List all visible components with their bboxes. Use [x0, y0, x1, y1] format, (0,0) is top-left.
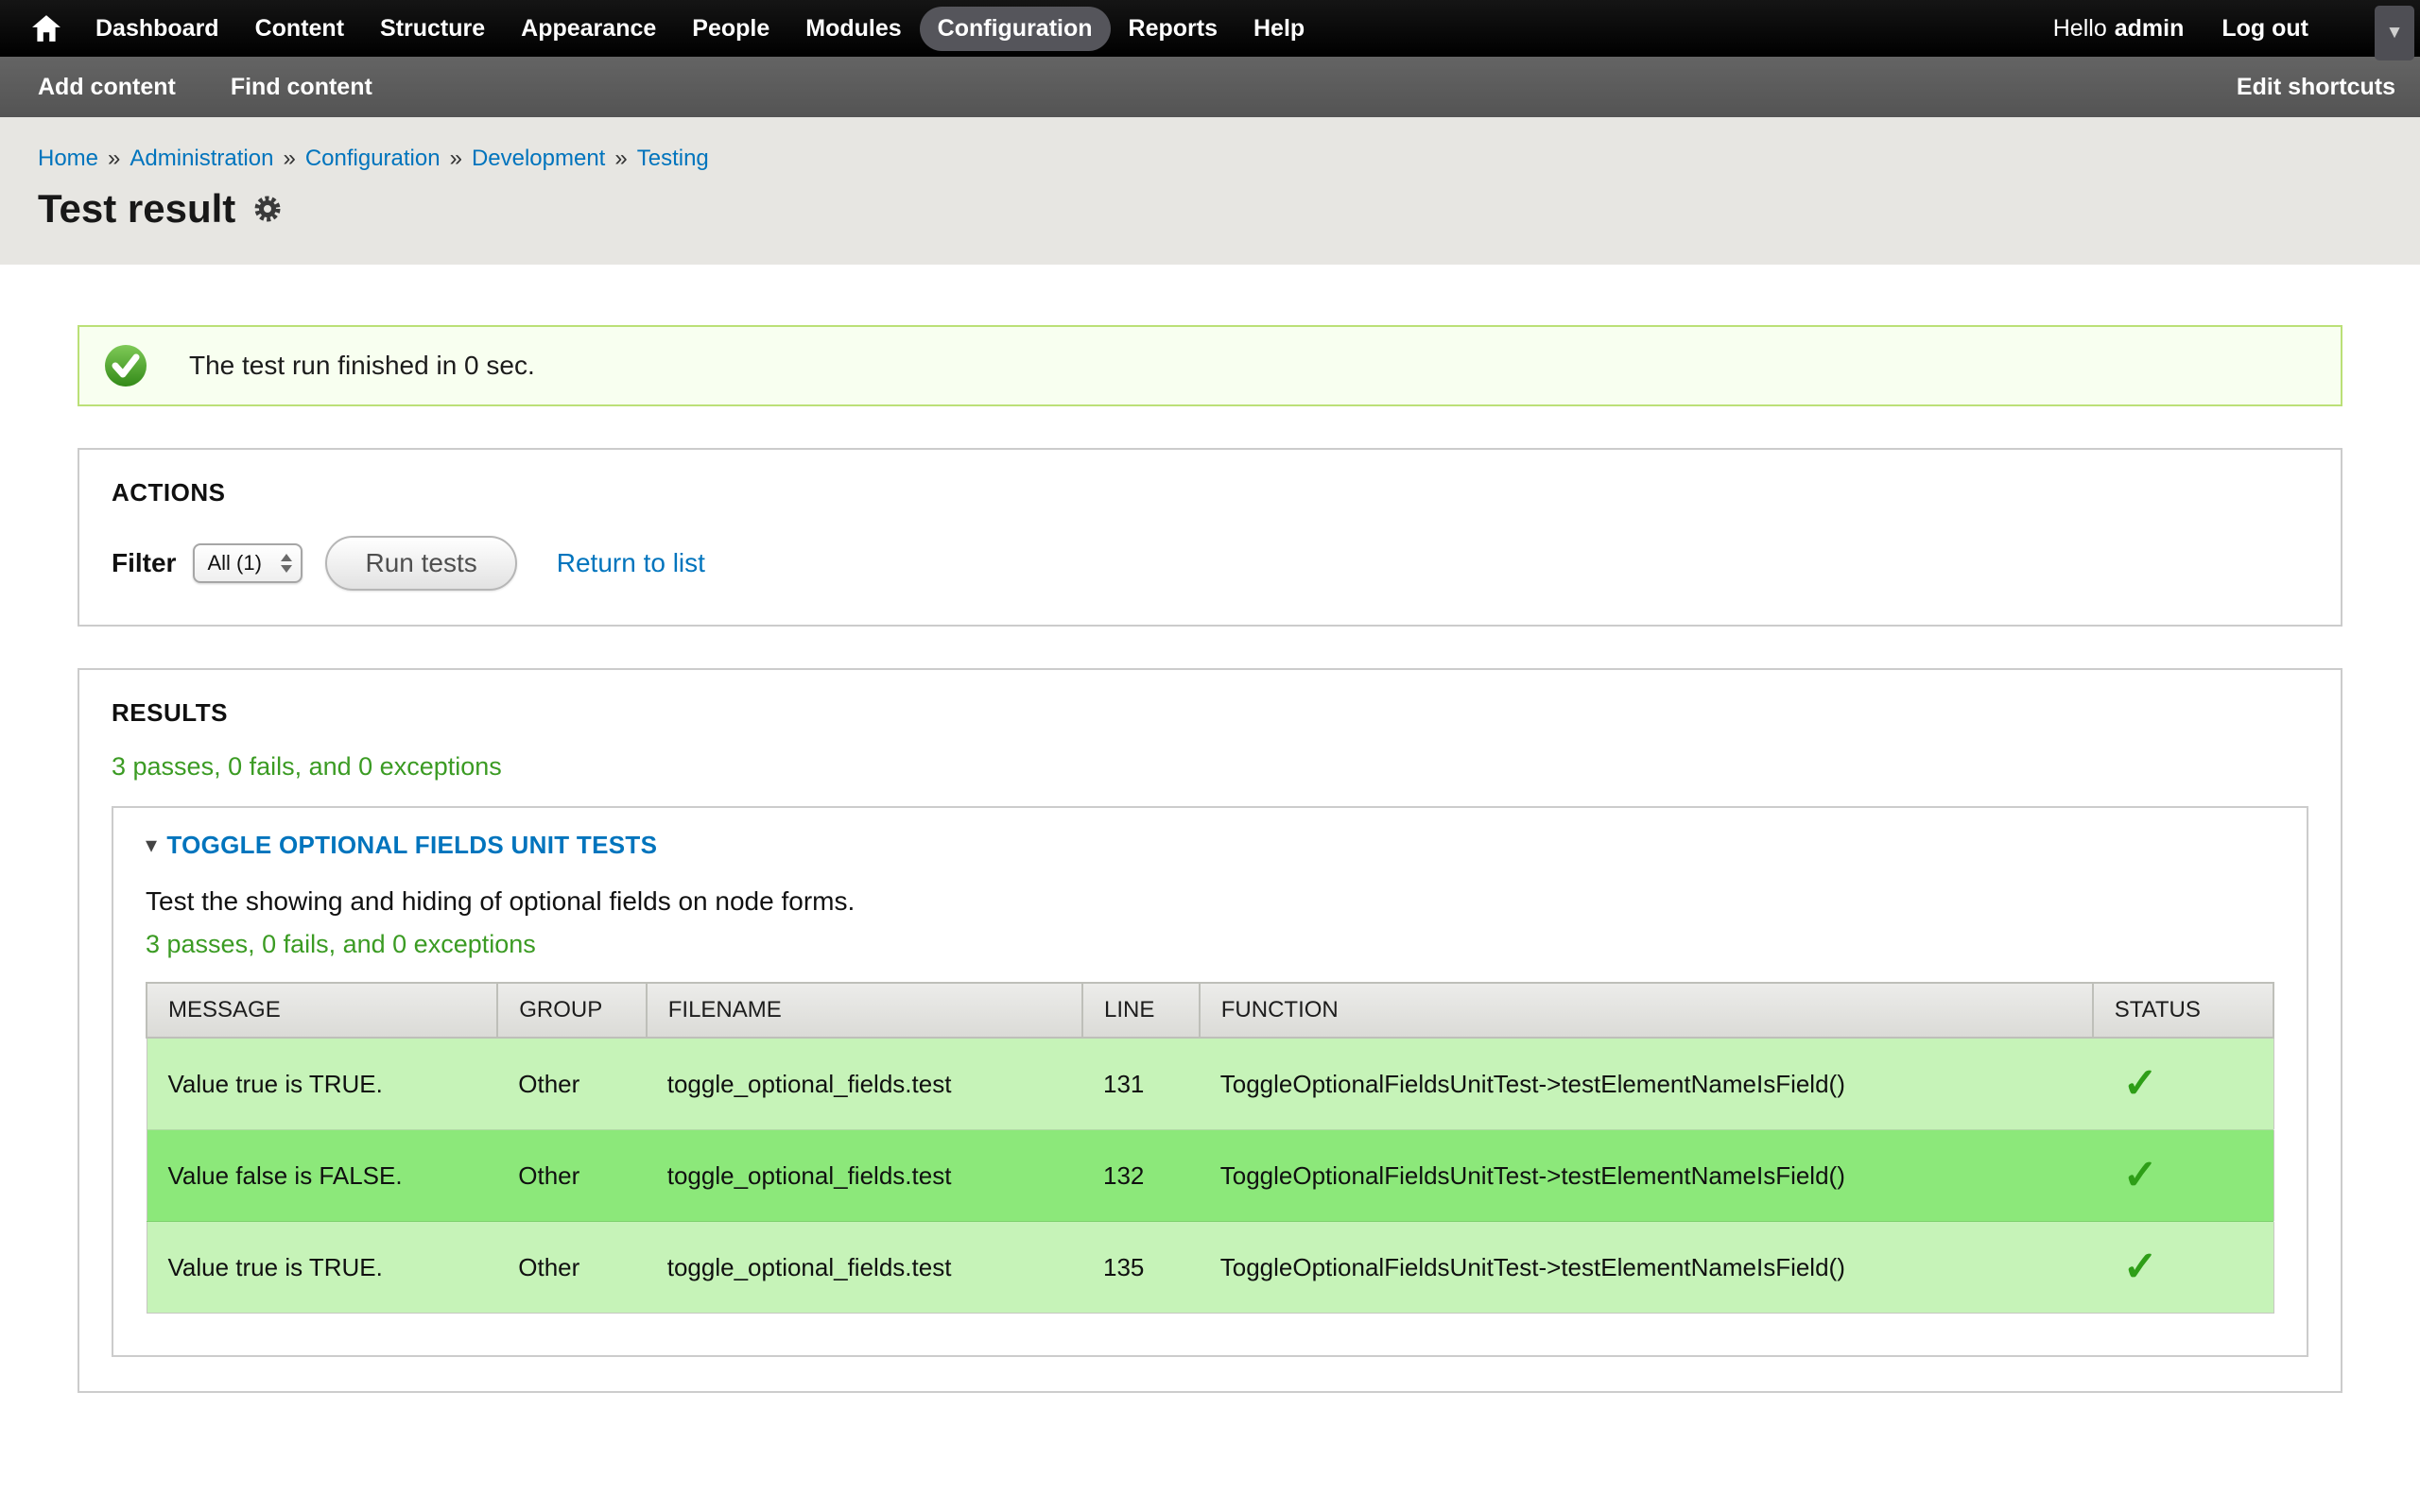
shortcut-find-content[interactable]: Find content	[231, 74, 372, 101]
status-message: The test run finished in 0 sec.	[78, 325, 2342, 406]
cell-status: ✓	[2093, 1130, 2273, 1222]
column-header-function: FUNCTION	[1200, 983, 2093, 1038]
edit-shortcuts-link[interactable]: Edit shortcuts	[2237, 74, 2395, 101]
column-header-line: LINE	[1082, 983, 1200, 1038]
cell-message: Value true is TRUE.	[147, 1038, 497, 1130]
toolbar-menu: Dashboard Content Structure Appearance P…	[78, 7, 1322, 51]
column-header-status: STATUS	[2093, 983, 2273, 1038]
return-to-list-link[interactable]: Return to list	[557, 548, 705, 578]
actions-panel: ACTIONS Filter All (1) Run tests Return …	[78, 448, 2342, 627]
table-row: Value false is FALSE. Other toggle_optio…	[147, 1130, 2273, 1222]
page-header-region: Home » Administration » Configuration » Develo…	[0, 117, 2420, 265]
table-header-row: MESSAGE GROUP FILENAME LINE FUNCTION STA…	[147, 983, 2273, 1038]
table-row: Value true is TRUE. Other toggle_optiona…	[147, 1038, 2273, 1130]
shortcuts-bar: Add content Find content Edit shortcuts	[0, 57, 2420, 117]
breadcrumb-separator: »	[283, 146, 295, 171]
toolbar-item-appearance[interactable]: Appearance	[503, 7, 674, 51]
cell-line: 135	[1082, 1222, 1200, 1314]
filter-select-value: All (1)	[207, 551, 261, 576]
pass-check-icon: ✓	[2114, 1155, 2158, 1196]
status-message-text: The test run finished in 0 sec.	[189, 351, 535, 381]
table-row: Value true is TRUE. Other toggle_optiona…	[147, 1222, 2273, 1314]
cell-group: Other	[497, 1038, 647, 1130]
home-icon	[31, 14, 61, 43]
toolbar-toggle-button[interactable]: ▼	[2375, 6, 2414, 60]
select-stepper-icon	[281, 554, 292, 573]
cell-message: Value true is TRUE.	[147, 1222, 497, 1314]
collapse-arrow-icon: ▾	[146, 832, 157, 859]
results-legend: RESULTS	[112, 698, 2308, 728]
breadcrumb: Home » Administration » Configuration » Develo…	[38, 146, 2382, 172]
cell-function: ToggleOptionalFieldsUnitTest->testElemen…	[1200, 1222, 2093, 1314]
toolbar-item-structure[interactable]: Structure	[362, 7, 503, 51]
main-content: The test run finished in 0 sec. ACTIONS …	[0, 265, 2420, 1393]
column-header-filename: FILENAME	[647, 983, 1082, 1038]
actions-legend: ACTIONS	[112, 478, 2308, 507]
breadcrumb-separator: »	[450, 146, 462, 171]
results-table: MESSAGE GROUP FILENAME LINE FUNCTION STA…	[146, 982, 2274, 1314]
pass-check-icon: ✓	[2114, 1246, 2158, 1288]
chevron-down-icon: ▼	[2386, 23, 2404, 43]
cell-filename: toggle_optional_fields.test	[647, 1222, 1082, 1314]
cell-filename: toggle_optional_fields.test	[647, 1038, 1082, 1130]
test-group-fieldset: ▾ TOGGLE OPTIONAL FIELDS UNIT TESTS Test…	[112, 806, 2308, 1357]
breadcrumb-separator: »	[108, 146, 120, 171]
cell-message: Value false is FALSE.	[147, 1130, 497, 1222]
results-summary: 3 passes, 0 fails, and 0 exceptions	[112, 752, 2308, 782]
status-ok-icon	[104, 344, 147, 387]
admin-toolbar: Dashboard Content Structure Appearance P…	[0, 0, 2420, 57]
cell-function: ToggleOptionalFieldsUnitTest->testElemen…	[1200, 1038, 2093, 1130]
results-panel: RESULTS 3 passes, 0 fails, and 0 excepti…	[78, 668, 2342, 1393]
column-header-message: MESSAGE	[147, 983, 497, 1038]
toolbar-item-help[interactable]: Help	[1236, 7, 1322, 51]
breadcrumb-testing[interactable]: Testing	[637, 146, 709, 171]
shortcut-add-content[interactable]: Add content	[38, 74, 176, 101]
filter-label: Filter	[112, 548, 176, 578]
cell-status: ✓	[2093, 1038, 2273, 1130]
cell-line: 131	[1082, 1038, 1200, 1130]
logout-link[interactable]: Log out	[2221, 15, 2308, 43]
page-title-row: Test result	[38, 187, 2382, 231]
cell-group: Other	[497, 1130, 647, 1222]
test-group-description: Test the showing and hiding of optional …	[146, 886, 2274, 917]
cell-function: ToggleOptionalFieldsUnitTest->testElemen…	[1200, 1130, 2093, 1222]
toolbar-item-modules[interactable]: Modules	[787, 7, 919, 51]
test-group-legend-label: TOGGLE OPTIONAL FIELDS UNIT TESTS	[166, 831, 657, 860]
cell-line: 132	[1082, 1130, 1200, 1222]
cell-group: Other	[497, 1222, 647, 1314]
gear-icon[interactable]	[252, 194, 283, 224]
toolbar-item-dashboard[interactable]: Dashboard	[78, 7, 237, 51]
cell-filename: toggle_optional_fields.test	[647, 1130, 1082, 1222]
username: admin	[2115, 15, 2185, 42]
home-button[interactable]	[21, 0, 72, 57]
column-header-group: GROUP	[497, 983, 647, 1038]
user-greeting: Hello admin	[2053, 15, 2185, 43]
toolbar-item-content[interactable]: Content	[237, 7, 362, 51]
breadcrumb-administration[interactable]: Administration	[130, 146, 273, 171]
breadcrumb-separator: »	[614, 146, 627, 171]
breadcrumb-configuration[interactable]: Configuration	[305, 146, 441, 171]
page-title: Test result	[38, 187, 235, 231]
breadcrumb-development[interactable]: Development	[472, 146, 605, 171]
greeting-text: Hello	[2053, 15, 2107, 42]
toolbar-user-area: Hello admin Log out	[2053, 15, 2308, 43]
breadcrumb-home[interactable]: Home	[38, 146, 98, 171]
cell-status: ✓	[2093, 1222, 2273, 1314]
filter-select[interactable]: All (1)	[193, 543, 302, 583]
run-tests-button[interactable]: Run tests	[325, 536, 516, 591]
toolbar-item-people[interactable]: People	[674, 7, 787, 51]
pass-check-icon: ✓	[2114, 1063, 2158, 1105]
toolbar-item-reports[interactable]: Reports	[1111, 7, 1236, 51]
filter-row: Filter All (1) Run tests Return to list	[112, 536, 2308, 591]
toolbar-item-configuration[interactable]: Configuration	[920, 7, 1111, 51]
test-group-summary: 3 passes, 0 fails, and 0 exceptions	[146, 930, 2274, 959]
test-group-legend-toggle[interactable]: ▾ TOGGLE OPTIONAL FIELDS UNIT TESTS	[146, 831, 657, 860]
